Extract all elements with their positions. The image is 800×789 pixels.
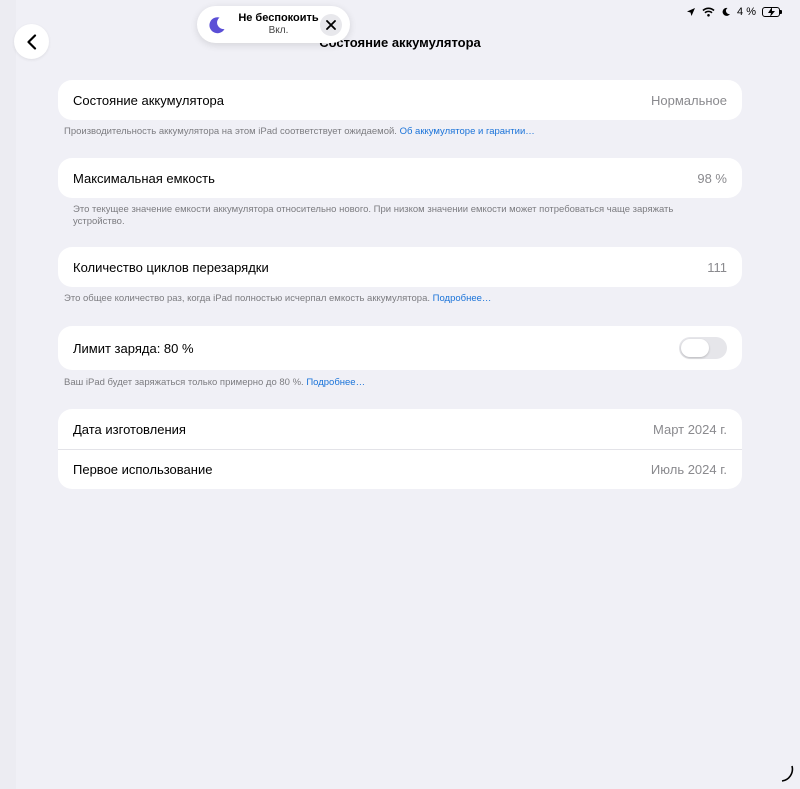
sidebar-edge (0, 0, 16, 789)
dnd-title: Не беспокоить (238, 12, 319, 25)
battery-percent: 4 % (737, 6, 756, 18)
battery-health-footnote: Производительность аккумулятора на этом … (64, 126, 724, 138)
dates-card: Дата изготовления Март 2024 г. Первое ис… (58, 409, 742, 489)
battery-health-screen: 4 % Состояние аккумулятора Не беспокоить… (0, 0, 800, 789)
status-bar: 4 % (686, 6, 782, 18)
cycle-count-card: Количество циклов перезарядки 111 (58, 247, 742, 287)
cycle-count-label: Количество циклов перезарядки (73, 259, 269, 275)
max-capacity-label: Максимальная емкость (73, 170, 215, 186)
battery-health-label: Состояние аккумулятора (73, 92, 225, 108)
dnd-status: Вкл. (268, 25, 289, 37)
max-capacity-card: Максимальная емкость 98 % (58, 158, 742, 198)
cycle-count-footnote: Это общее количество раз, когда iPad пол… (64, 293, 724, 305)
charge-limit-toggle[interactable] (679, 337, 727, 359)
max-capacity-footnote: Это текущее значение емкости аккумулятор… (73, 204, 674, 227)
charge-limit-label: Лимит заряда: 80 % (73, 340, 194, 356)
first-use-row: Первое использование Июль 2024 г. (58, 449, 742, 489)
cycle-count-value: 111 (707, 259, 727, 275)
battery-warranty-link[interactable]: Об аккумуляторе и гарантии… (400, 126, 535, 137)
wifi-icon (702, 7, 715, 17)
cycle-count-row: Количество циклов перезарядки 111 (58, 247, 742, 287)
close-button[interactable] (320, 13, 342, 36)
charge-limit-more-link[interactable]: Подробнее… (306, 377, 365, 388)
location-icon (686, 7, 696, 17)
cycle-count-more-link[interactable]: Подробнее… (433, 293, 492, 304)
close-icon (326, 19, 336, 30)
manufacture-date-label: Дата изготовления (73, 421, 186, 437)
moon-icon (209, 16, 225, 33)
max-capacity-row: Максимальная емкость 98 % (58, 158, 742, 198)
page-title: Состояние аккумулятора (319, 35, 481, 50)
manufacture-date-row: Дата изготовления Март 2024 г. (58, 409, 742, 449)
moon-icon (721, 7, 731, 17)
first-use-label: Первое использование (73, 462, 213, 477)
charge-limit-footnote-text: Ваш iPad будет заряжаться только примерн… (64, 377, 304, 388)
battery-icon (762, 7, 782, 17)
corner-arc-icon (781, 765, 794, 782)
battery-health-value: Нормальное (650, 92, 727, 108)
toggle-knob (681, 339, 709, 357)
do-not-disturb-banner[interactable]: Не беспокоить Вкл. (197, 6, 350, 43)
cycle-count-footnote-text: Это общее количество раз, когда iPad пол… (64, 293, 431, 304)
charge-limit-card: Лимит заряда: 80 % (58, 326, 742, 370)
charge-limit-row: Лимит заряда: 80 % (58, 326, 742, 370)
manufacture-date-value: Март 2024 г. (652, 421, 727, 437)
battery-health-row[interactable]: Состояние аккумулятора Нормальное (58, 80, 742, 120)
battery-health-card: Состояние аккумулятора Нормальное (58, 80, 742, 120)
battery-health-footnote-text: Производительность аккумулятора на этом … (64, 126, 397, 137)
charge-limit-footnote: Ваш iPad будет заряжаться только примерн… (64, 377, 724, 389)
first-use-value: Июль 2024 г. (650, 462, 727, 477)
max-capacity-value: 98 % (697, 170, 727, 186)
